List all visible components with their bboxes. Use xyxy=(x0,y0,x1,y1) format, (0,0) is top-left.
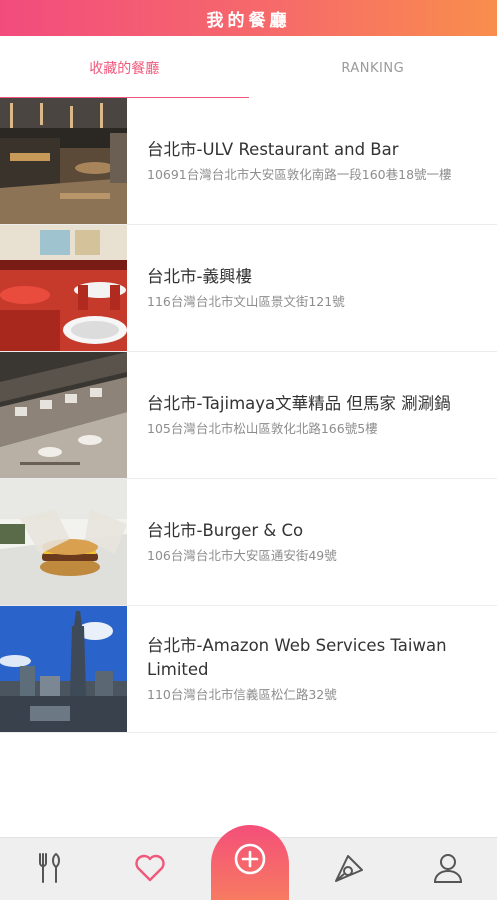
restaurant-address: 105台灣台北市松山區敦化北路166號5樓 xyxy=(147,420,378,436)
restaurant-address: 110台灣台北市信義區松仁路32號 xyxy=(147,686,337,702)
restaurant-address: 106台灣台北市大安區通安街49號 xyxy=(147,547,337,563)
restaurant-photo xyxy=(0,225,127,351)
tab-favorites-label: 收藏的餐廳 xyxy=(89,61,160,77)
restaurant-item[interactable]: 台北市-ULV Restaurant and Bar 10691台灣台北市大安區… xyxy=(0,98,497,225)
nav-location[interactable] xyxy=(317,838,381,900)
restaurant-name: 台北市-ULV Restaurant and Bar xyxy=(147,139,399,159)
heart-icon xyxy=(133,851,167,889)
restaurant-photo xyxy=(0,352,127,478)
tab-ranking[interactable]: RANKING xyxy=(249,36,497,100)
restaurant-item[interactable]: 台北市-義興樓 116台灣台北市文山區景文街121號 xyxy=(0,225,497,352)
tab-favorites[interactable]: 收藏的餐廳 xyxy=(0,36,249,100)
restaurant-photo xyxy=(0,98,127,224)
add-button[interactable] xyxy=(211,825,289,900)
tab-ranking-label: RANKING xyxy=(341,60,405,76)
restaurant-address: 10691台灣台北市大安區敦化南路一段160巷18號一樓 xyxy=(147,166,452,182)
restaurant-name: 台北市-Burger & Co xyxy=(147,520,304,540)
app-header: 我的餐廳 xyxy=(0,0,497,36)
restaurant-name: 台北市-Tajimaya文華精品 但馬家 涮涮鍋 xyxy=(147,393,451,413)
restaurant-name: 台北市-Amazon Web Services Taiwan Limited xyxy=(147,635,447,679)
nav-restaurants[interactable] xyxy=(18,838,82,900)
user-icon xyxy=(431,851,465,889)
restaurant-list: 台北市-ULV Restaurant and Bar 10691台灣台北市大安區… xyxy=(0,98,497,733)
fork-knife-icon xyxy=(33,851,67,889)
page-title: 我的餐廳 xyxy=(206,10,291,31)
restaurant-item[interactable]: 台北市-Burger & Co 106台灣台北市大安區通安街49號 xyxy=(0,479,497,606)
nav-profile[interactable] xyxy=(416,838,480,900)
restaurant-photo xyxy=(0,479,127,605)
restaurant-photo xyxy=(0,606,127,732)
restaurant-address: 116台灣台北市文山區景文街121號 xyxy=(147,293,345,309)
tab-bar: 收藏的餐廳 RANKING xyxy=(0,36,497,100)
nav-favorites[interactable] xyxy=(118,838,182,900)
restaurant-item[interactable]: 台北市-Tajimaya文華精品 但馬家 涮涮鍋 105台灣台北市松山區敦化北路… xyxy=(0,352,497,479)
restaurant-name: 台北市-義興樓 xyxy=(147,266,252,286)
add-circle-icon xyxy=(233,842,267,880)
restaurant-item[interactable]: 台北市-Amazon Web Services Taiwan Limited 1… xyxy=(0,606,497,733)
pin-icon xyxy=(331,850,367,890)
